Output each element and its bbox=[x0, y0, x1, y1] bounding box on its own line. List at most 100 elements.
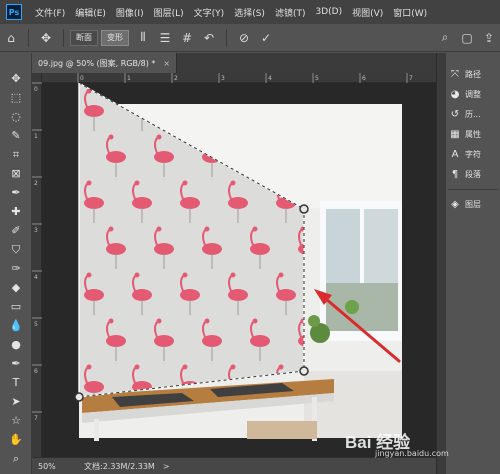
menu-layer[interactable]: 图层(L) bbox=[149, 6, 189, 19]
panel-label: 段落 bbox=[465, 169, 481, 179]
panel-label: 图层 bbox=[465, 199, 481, 209]
panel-label: 字符 bbox=[465, 149, 481, 159]
panel-history[interactable]: ↺ 历... bbox=[448, 105, 498, 123]
transform-tool-icon[interactable]: ✥ bbox=[35, 28, 57, 48]
panel-label: 调整 bbox=[465, 89, 481, 99]
warp-handle-bottom-left[interactable] bbox=[74, 392, 84, 402]
ruler-tick-label: 4 bbox=[268, 75, 272, 82]
horizontal-ruler[interactable]: 012345678 bbox=[42, 73, 460, 83]
panel-character[interactable]: A 字符 bbox=[448, 145, 498, 163]
menu-view[interactable]: 视图(V) bbox=[347, 6, 388, 19]
photoshop-logo: Ps bbox=[6, 4, 22, 20]
path-select-tool-icon[interactable]: ➤ bbox=[6, 394, 26, 409]
cancel-icon[interactable]: ⊘ bbox=[233, 28, 255, 48]
ruler-tick-label: 1 bbox=[127, 75, 131, 82]
vertical-split-icon[interactable]: ⦀ bbox=[132, 28, 154, 48]
clone-stamp-tool-icon[interactable]: ⛉ bbox=[6, 242, 26, 257]
panel-label: 路径 bbox=[465, 69, 481, 79]
ruler-tick-label: 1 bbox=[34, 133, 38, 140]
move-tool-icon[interactable]: ✥ bbox=[6, 71, 26, 86]
document-tab-bar: 09.jpg @ 50% (图案, RGB/8) * × bbox=[32, 53, 436, 73]
zoom-tool-icon[interactable]: ⌕ bbox=[6, 451, 26, 466]
lasso-tool-icon[interactable]: ◌ bbox=[6, 109, 26, 124]
split-mode-button[interactable]: 断面 bbox=[70, 29, 98, 46]
menu-filter[interactable]: 滤镜(T) bbox=[270, 6, 311, 19]
divider bbox=[448, 189, 498, 190]
home-icon[interactable]: ⌂ bbox=[0, 28, 22, 48]
horizontal-split-icon[interactable]: ☰ bbox=[154, 28, 176, 48]
commit-check-icon[interactable]: ✓ bbox=[255, 28, 277, 48]
gradient-tool-icon[interactable]: ▭ bbox=[6, 299, 26, 314]
ruler-tick-label: 4 bbox=[34, 274, 38, 281]
brush-tool-icon[interactable]: ✐ bbox=[6, 223, 26, 238]
document-canvas[interactable] bbox=[42, 83, 436, 457]
panel-dock: ⤧ 路径 ◕ 调整 ↺ 历... ▦ 属性 A 字符 ¶ 段落 ◈ 图层 bbox=[446, 53, 500, 474]
workspace-icon[interactable]: ▢ bbox=[456, 28, 478, 48]
eyedropper-tool-icon[interactable]: ✒ bbox=[6, 185, 26, 200]
status-bar: 50% 文档:2.33M/2.33M > bbox=[32, 457, 436, 474]
document-tab[interactable]: 09.jpg @ 50% (图案, RGB/8) * × bbox=[32, 53, 178, 73]
hand-tool-icon[interactable]: ✋ bbox=[6, 432, 26, 447]
ruler-tick-label: 5 bbox=[315, 75, 319, 82]
tools-panel: ✥ ⬚ ◌ ✎ ⌗ ⊠ ✒ ✚ ✐ ⛉ ✑ ◆ ▭ 💧 ● ✒ T ➤ ☆ ✋ … bbox=[0, 53, 32, 474]
divider bbox=[28, 28, 29, 47]
share-icon[interactable]: ⇪ bbox=[478, 28, 500, 48]
eraser-tool-icon[interactable]: ◆ bbox=[6, 280, 26, 295]
vertical-ruler[interactable]: 012345678 bbox=[32, 73, 42, 469]
menu-3d[interactable]: 3D(D) bbox=[310, 7, 347, 17]
panel-layers[interactable]: ◈ 图层 bbox=[448, 195, 498, 213]
menu-image[interactable]: 图像(I) bbox=[111, 6, 149, 19]
ruler-tick-label: 6 bbox=[34, 368, 38, 375]
warp-mode-button[interactable]: 变形 bbox=[101, 29, 129, 46]
panel-paths[interactable]: ⤧ 路径 bbox=[448, 65, 498, 83]
grid-split-icon[interactable]: # bbox=[176, 28, 198, 48]
ruler-tick-label: 7 bbox=[409, 75, 413, 82]
marquee-tool-icon[interactable]: ⬚ bbox=[6, 90, 26, 105]
options-bar: ⌂ ✥ 断面 变形 ⦀ ☰ # ↶ ⊘ ✓ ⌕ ▢ ⇪ bbox=[0, 24, 500, 52]
menu-select[interactable]: 选择(S) bbox=[229, 6, 270, 19]
panel-adjustments[interactable]: ◕ 调整 bbox=[448, 85, 498, 103]
panel-properties[interactable]: ▦ 属性 bbox=[448, 125, 498, 143]
history-brush-tool-icon[interactable]: ✑ bbox=[6, 261, 26, 276]
paths-icon: ⤧ bbox=[451, 68, 459, 80]
ruler-tick-label: 3 bbox=[34, 227, 38, 234]
menu-file[interactable]: 文件(F) bbox=[30, 6, 70, 19]
type-tool-icon[interactable]: T bbox=[6, 375, 26, 390]
shape-tool-icon[interactable]: ☆ bbox=[6, 413, 26, 428]
panel-label: 历... bbox=[465, 109, 481, 119]
ruler-tick-label: 3 bbox=[221, 75, 225, 82]
character-icon: A bbox=[451, 148, 459, 160]
canvas-area[interactable] bbox=[42, 83, 436, 457]
paragraph-icon: ¶ bbox=[451, 168, 459, 180]
zoom-level[interactable]: 50% bbox=[32, 462, 62, 471]
menu-window[interactable]: 窗口(W) bbox=[388, 6, 432, 19]
divider bbox=[63, 28, 64, 47]
panel-collapse-strip[interactable] bbox=[436, 53, 446, 474]
divider bbox=[226, 28, 227, 47]
close-icon[interactable]: × bbox=[163, 59, 170, 68]
properties-icon: ▦ bbox=[450, 128, 460, 140]
search-icon[interactable]: ⌕ bbox=[434, 28, 456, 48]
menu-bar: Ps 文件(F) 编辑(E) 图像(I) 图层(L) 文字(Y) 选择(S) 滤… bbox=[0, 0, 500, 24]
adjustments-icon: ◕ bbox=[450, 88, 460, 100]
reset-rotate-icon[interactable]: ↶ bbox=[198, 28, 220, 48]
quick-select-tool-icon[interactable]: ✎ bbox=[6, 128, 26, 143]
warp-handle-top-right[interactable] bbox=[299, 204, 309, 214]
ruler-tick-label: 6 bbox=[362, 75, 366, 82]
ruler-tick-label: 7 bbox=[34, 415, 38, 422]
healing-brush-tool-icon[interactable]: ✚ bbox=[6, 204, 26, 219]
menu-type[interactable]: 文字(Y) bbox=[189, 6, 230, 19]
ruler-tick-label: 5 bbox=[34, 321, 38, 328]
warp-handle-bottom-right[interactable] bbox=[299, 366, 309, 376]
crop-tool-icon[interactable]: ⌗ bbox=[6, 147, 26, 162]
menu-edit[interactable]: 编辑(E) bbox=[70, 6, 111, 19]
vertical-ruler-ticks: 012345678 bbox=[32, 82, 42, 469]
blur-tool-icon[interactable]: 💧 bbox=[6, 318, 26, 333]
document-size-info: 文档:2.33M/2.33M bbox=[84, 461, 155, 471]
pen-tool-icon[interactable]: ✒ bbox=[6, 356, 26, 371]
status-menu-arrow[interactable]: > bbox=[163, 462, 170, 471]
ruler-tick-label: 0 bbox=[80, 75, 84, 82]
dodge-tool-icon[interactable]: ● bbox=[6, 337, 26, 352]
panel-paragraph[interactable]: ¶ 段落 bbox=[448, 165, 498, 183]
frame-tool-icon[interactable]: ⊠ bbox=[6, 166, 26, 181]
